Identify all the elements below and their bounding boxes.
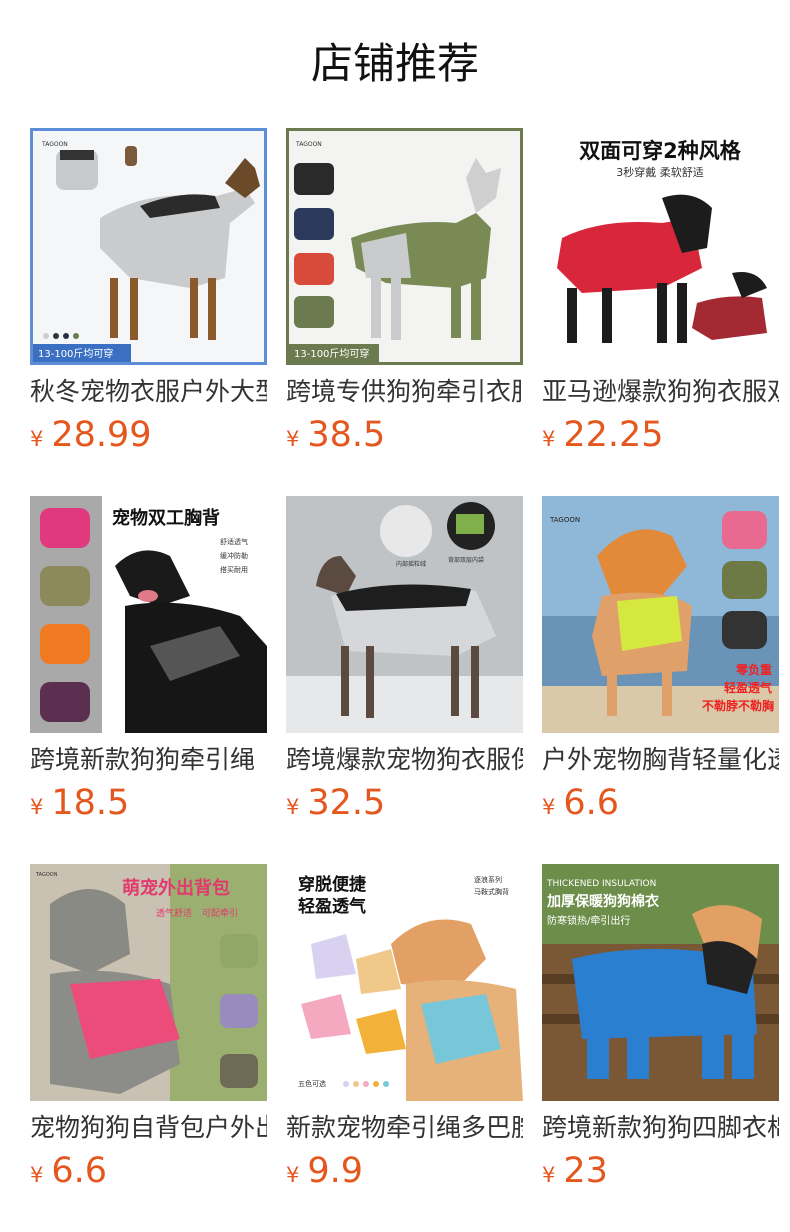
brand-logo-text: TAGOON bbox=[41, 141, 68, 148]
image-headline-text: 双面可穿2种风格 bbox=[579, 139, 742, 163]
price-value: 18.5 bbox=[51, 783, 130, 823]
currency-symbol: ¥ bbox=[542, 427, 556, 451]
product-name[interactable]: 秋冬宠物衣服户外大型犬保暖外套 bbox=[30, 374, 267, 410]
image-feature-text: 缓冲防勒 bbox=[220, 551, 248, 560]
page-title: 店铺推荐 bbox=[310, 39, 479, 88]
product-name[interactable]: 跨境爆款宠物狗衣服保暖 bbox=[286, 742, 523, 778]
image-series-text: 马鞍式胸背 bbox=[474, 887, 509, 896]
price-value: 28.99 bbox=[51, 415, 152, 455]
price-value: 23 bbox=[563, 1151, 608, 1191]
product-card[interactable]: 穿脱便捷 轻盈透气 逐浪系列 马鞍式胸背 五色可选 新款宠物牵引绳多巴胺胸背 ¥… bbox=[286, 864, 523, 1232]
image-feature-text: 不勒脖不勒胸 bbox=[702, 698, 774, 713]
currency-symbol: ¥ bbox=[286, 427, 300, 451]
product-card[interactable]: 宠物双工胸背 舒适透气 缓冲防勒 搭买耐用 跨境新款狗狗牵引绳 ¥ 18.5 bbox=[30, 496, 267, 864]
product-name[interactable]: 跨境专供狗狗牵引衣服四脚衣 bbox=[286, 374, 523, 410]
product-name[interactable]: 亚马逊爆款狗狗衣服双面可穿 bbox=[542, 374, 779, 410]
image-headline-text: 萌宠外出背包 bbox=[122, 877, 230, 899]
image-headline-text: 加厚保暖狗狗棉衣 bbox=[546, 893, 660, 910]
currency-symbol: ¥ bbox=[286, 795, 300, 819]
image-feature-text: 可配牵引 bbox=[202, 908, 238, 919]
product-price: ¥ 18.5 bbox=[30, 783, 129, 827]
product-card[interactable]: TAGOON 萌宠外出背包 透气舒适 可配牵引 宠物狗狗自背包户外出行 ¥ 6.… bbox=[30, 864, 267, 1232]
price-value: 22.25 bbox=[563, 415, 664, 455]
product-image[interactable]: THICKENED INSULATION 加厚保暖狗狗棉衣 防寒锁热/牵引出行 bbox=[542, 864, 779, 1101]
image-badge-text: 13-100斤均可穿 bbox=[38, 347, 113, 360]
image-feature-text: 零负重 bbox=[735, 662, 772, 677]
product-image[interactable]: TAGOON 13-100斤均可穿 bbox=[30, 128, 267, 365]
currency-symbol: ¥ bbox=[542, 795, 556, 819]
product-price: ¥ 6.6 bbox=[30, 1151, 107, 1195]
currency-symbol: ¥ bbox=[286, 1163, 300, 1187]
product-card[interactable]: TAGOON 零负重 轻盈透气 不勒脖不勒胸 户外宠物胸背轻量化透气 ¥ 6.6 bbox=[542, 496, 779, 864]
image-feature-text: 舒适透气 bbox=[220, 537, 248, 546]
product-image[interactable]: TAGOON 萌宠外出背包 透气舒适 可配牵引 bbox=[30, 864, 267, 1101]
image-headline-text: 宠物双工胸背 bbox=[112, 507, 220, 529]
price-value: 6.6 bbox=[51, 1151, 108, 1191]
currency-symbol: ¥ bbox=[542, 1163, 556, 1187]
price-value: 38.5 bbox=[307, 415, 386, 455]
image-caption-text: THICKENED INSULATION bbox=[546, 879, 656, 889]
price-value: 6.6 bbox=[563, 783, 620, 823]
product-grid: TAGOON 13-100斤均可穿 秋冬宠物衣服户外大型犬保暖外套 ¥ 28.9… bbox=[30, 128, 780, 1232]
image-headline-text: 穿脱便捷 bbox=[298, 874, 367, 895]
product-image[interactable]: TAGOON 零负重 轻盈透气 不勒脖不勒胸 bbox=[542, 496, 779, 733]
image-callout-text: 背部双层内袋 bbox=[448, 556, 484, 564]
image-feature-text: 五色可选 bbox=[298, 1079, 326, 1088]
image-headline-text: 轻盈透气 bbox=[298, 896, 366, 917]
product-price: ¥ 32.5 bbox=[286, 783, 385, 827]
currency-symbol: ¥ bbox=[30, 427, 44, 451]
product-name[interactable]: 新款宠物牵引绳多巴胺胸背 bbox=[286, 1110, 523, 1146]
image-feature-text: 轻盈透气 bbox=[724, 680, 772, 695]
product-card[interactable]: 双面可穿2种风格 3秒穿戴 柔软舒适 亚马逊爆款狗狗衣服双面可穿 ¥ 22.25 bbox=[542, 128, 779, 496]
product-card[interactable]: THICKENED INSULATION 加厚保暖狗狗棉衣 防寒锁热/牵引出行 … bbox=[542, 864, 779, 1232]
product-price: ¥ 38.5 bbox=[286, 415, 385, 459]
product-image[interactable]: TAGOON 13-100斤均可穿 bbox=[286, 128, 523, 365]
price-value: 9.9 bbox=[307, 1151, 364, 1191]
brand-logo-text: TAGOON bbox=[549, 516, 580, 524]
product-name[interactable]: 跨境新款狗狗四脚衣棉衣 bbox=[542, 1110, 779, 1146]
product-image[interactable]: 宠物双工胸背 舒适透气 缓冲防勒 搭买耐用 bbox=[30, 496, 267, 733]
currency-symbol: ¥ bbox=[30, 1163, 44, 1187]
product-name[interactable]: 宠物狗狗自背包户外出行 bbox=[30, 1110, 267, 1146]
image-feature-text: 搭买耐用 bbox=[220, 565, 248, 574]
image-subtitle-text: 3秒穿戴 柔软舒适 bbox=[616, 165, 704, 179]
price-value: 32.5 bbox=[307, 783, 386, 823]
product-price: ¥ 22.25 bbox=[542, 415, 664, 459]
currency-symbol: ¥ bbox=[30, 795, 44, 819]
image-feature-text: 防寒锁热/牵引出行 bbox=[547, 914, 630, 927]
product-price: ¥ 28.99 bbox=[30, 415, 152, 459]
product-image[interactable]: 穿脱便捷 轻盈透气 逐浪系列 马鞍式胸背 五色可选 bbox=[286, 864, 523, 1101]
product-name[interactable]: 跨境新款狗狗牵引绳 bbox=[30, 742, 267, 778]
brand-logo-text: TAGOON bbox=[35, 872, 58, 878]
product-image[interactable]: 内部摇粒绒 背部双层内袋 bbox=[286, 496, 523, 733]
product-image[interactable]: 双面可穿2种风格 3秒穿戴 柔软舒适 bbox=[542, 128, 779, 365]
product-price: ¥ 23 bbox=[542, 1151, 608, 1195]
product-card[interactable]: TAGOON 13-100斤均可穿 跨境专供狗狗牵引衣服四脚衣 ¥ 38.5 bbox=[286, 128, 523, 496]
product-price: ¥ 9.9 bbox=[286, 1151, 363, 1195]
product-price: ¥ 6.6 bbox=[542, 783, 619, 827]
image-feature-text: 透气舒适 bbox=[156, 907, 192, 919]
brand-logo-text: TAGOON bbox=[295, 141, 322, 148]
product-name[interactable]: 户外宠物胸背轻量化透气 bbox=[542, 742, 779, 778]
product-card[interactable]: TAGOON 13-100斤均可穿 秋冬宠物衣服户外大型犬保暖外套 ¥ 28.9… bbox=[30, 128, 267, 496]
image-series-text: 逐浪系列 bbox=[474, 875, 502, 884]
image-callout-text: 内部摇粒绒 bbox=[396, 560, 426, 568]
product-card[interactable]: 内部摇粒绒 背部双层内袋 跨境爆款宠物狗衣服保暖 ¥ 32.5 bbox=[286, 496, 523, 864]
image-badge-text: 13-100斤均可穿 bbox=[294, 347, 369, 360]
